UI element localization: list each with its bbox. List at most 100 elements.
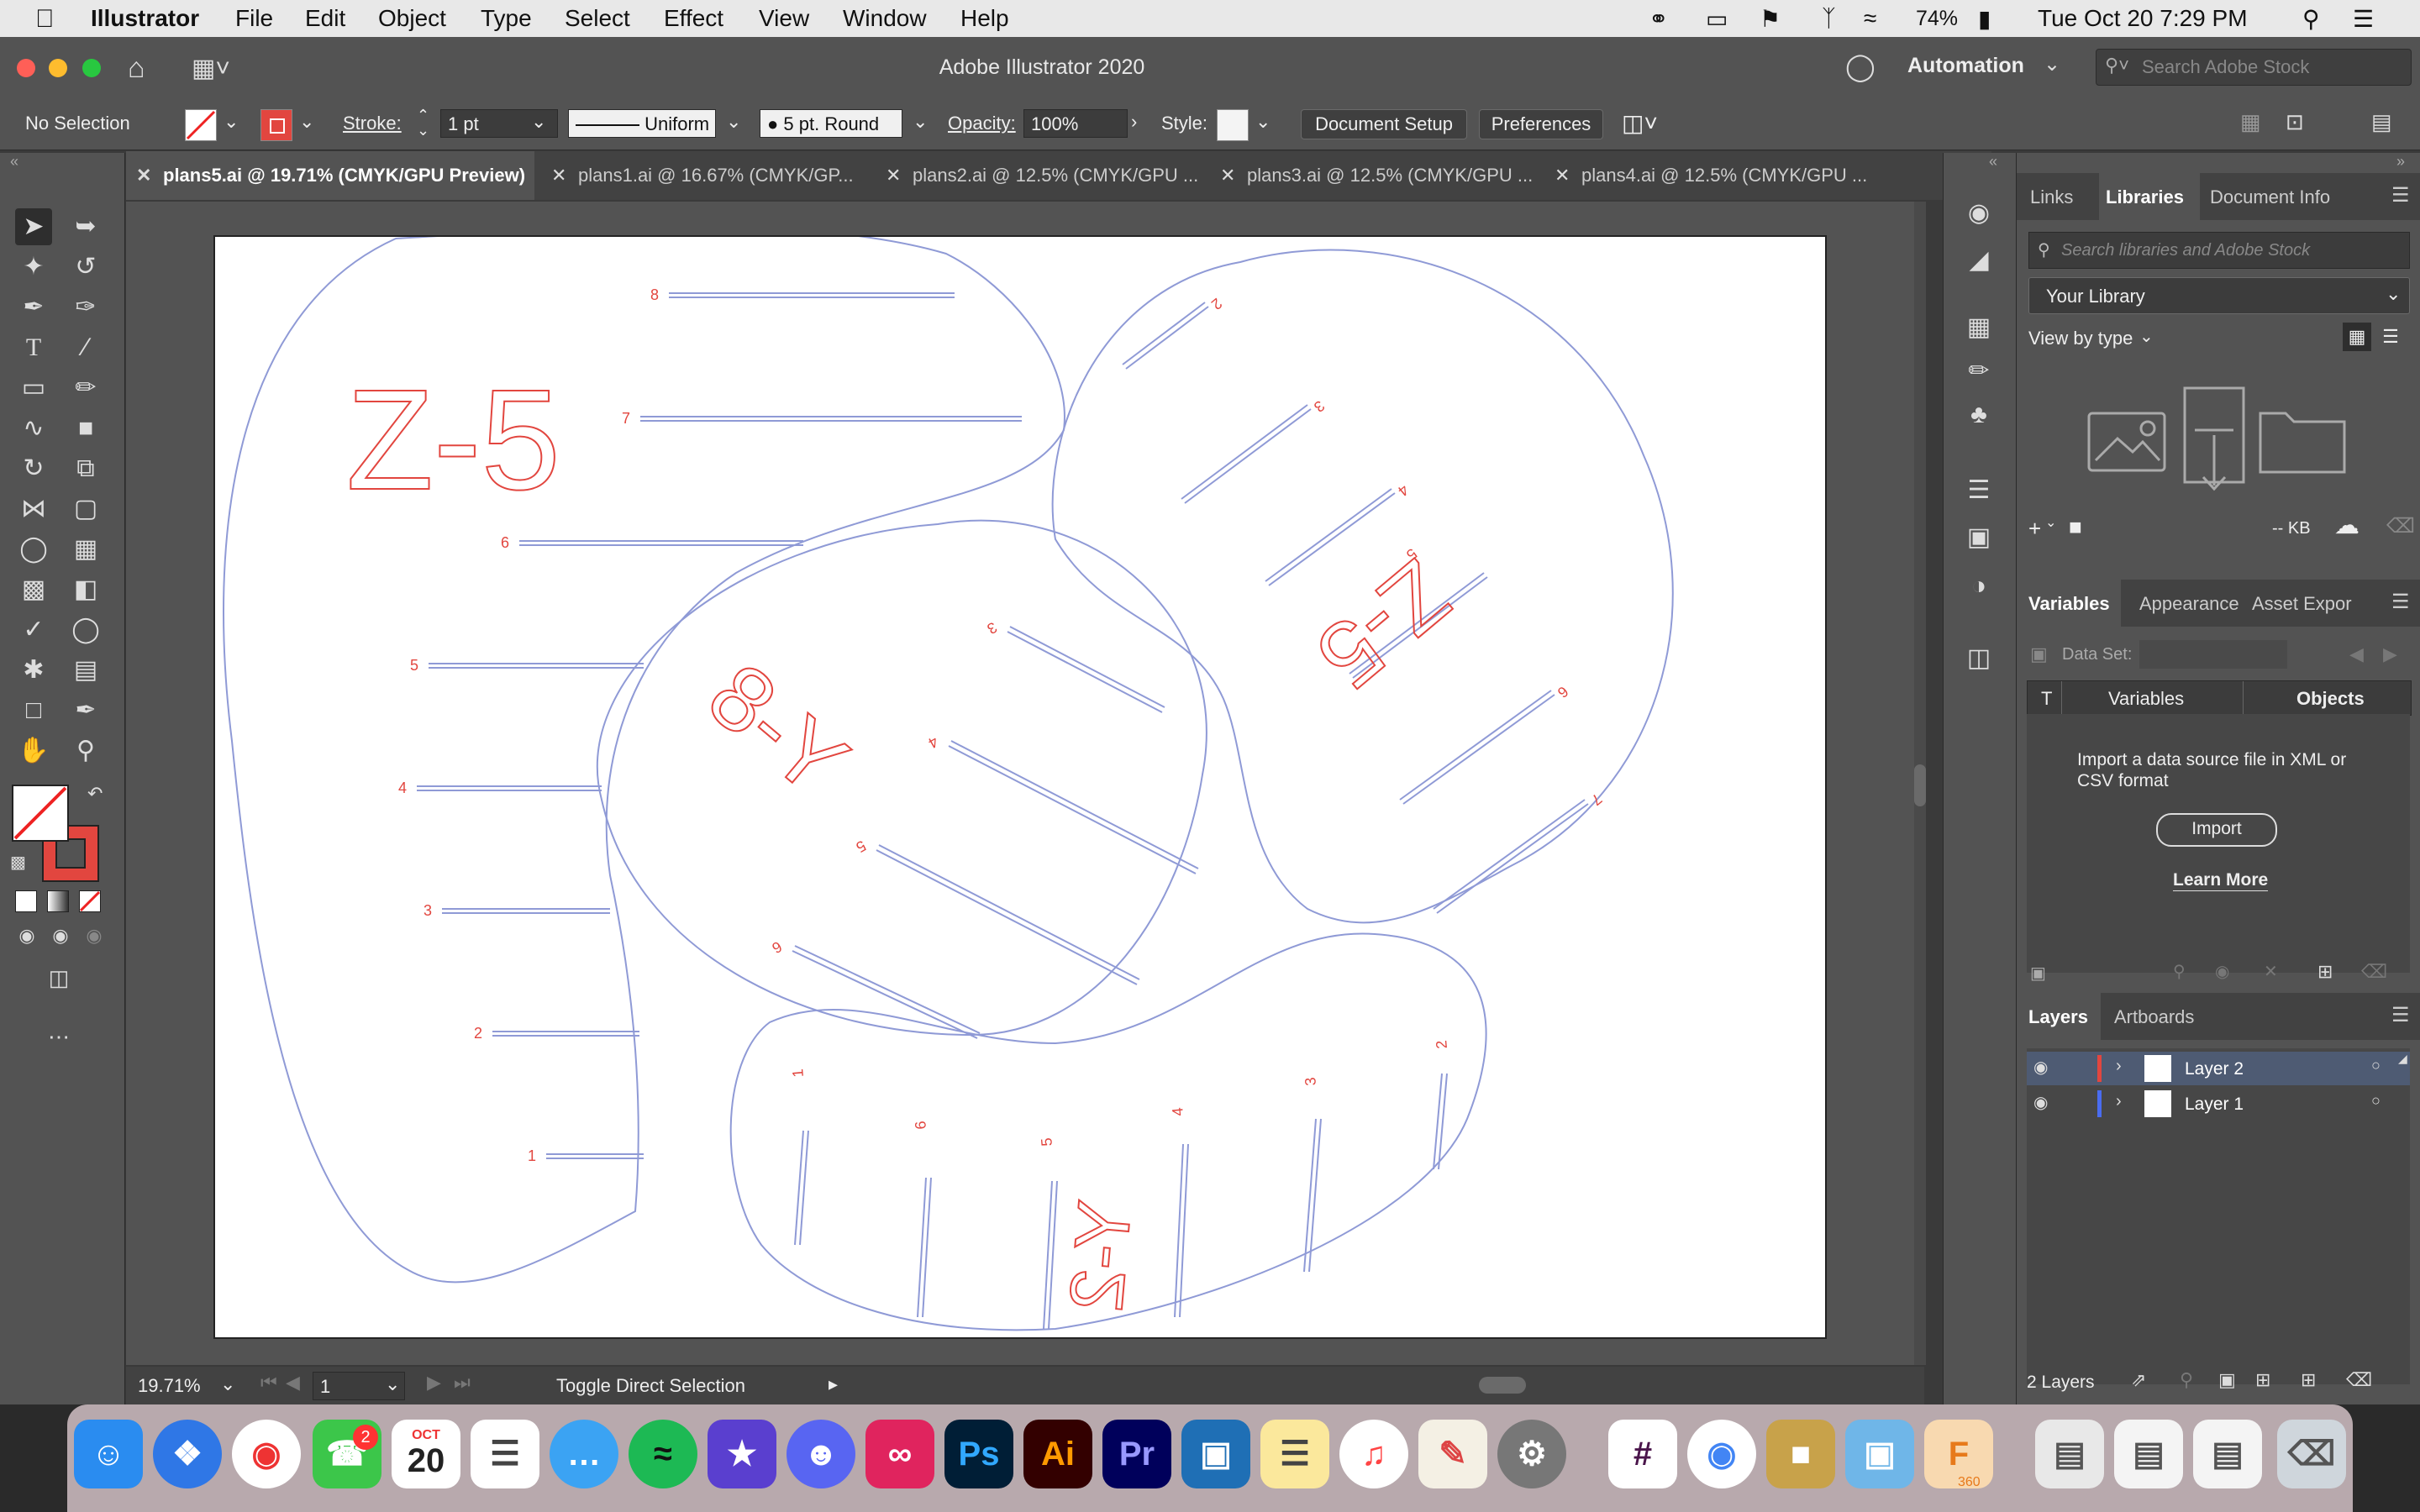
imovie-icon[interactable]: ★ [708,1420,776,1488]
bluetooth-icon[interactable]: ᛉ [1822,5,1836,32]
line-tool-icon[interactable]: ∕ [67,329,104,366]
preview-icon[interactable]: ▣ [1845,1420,1914,1488]
swatches-panel-icon[interactable]: ▦ [1960,309,1997,346]
tab-plans2[interactable]: ✕ plans2.ai @ 12.5% (CMYK/GPU ... [876,151,1210,200]
zoom-tool-icon[interactable]: ⚲ [67,732,104,769]
grid-view-icon[interactable]: ▦ [2343,323,2371,351]
spotify-icon[interactable]: ≈ [629,1420,697,1488]
gradient-tool-icon[interactable]: ◧ [67,571,104,608]
safari-icon[interactable]: ❖ [153,1420,222,1488]
delete-variable-icon[interactable]: ⌫ [2361,961,2387,983]
reminders-icon[interactable]: ☰ [471,1420,539,1488]
close-tab-icon[interactable]: ✕ [1220,151,1237,200]
apple-icon[interactable]:  [35,5,55,34]
target-icon[interactable]: ○ [2371,1092,2381,1110]
style-dropdown-icon[interactable]: ⌄ [1255,111,1270,133]
import-button[interactable]: Import [2156,813,2277,847]
shape-builder-tool-icon[interactable]: ◯ [15,531,52,568]
collapse-toolbar-icon[interactable]: « [10,153,18,171]
stroke-panel-icon[interactable]: ☰ [1960,472,1997,509]
pages-icon[interactable]: ✎ [1418,1420,1487,1488]
tab-plans3[interactable]: ✕ plans3.ai @ 12.5% (CMYK/GPU ... [1210,151,1544,200]
previous-dataset-icon[interactable]: ◀ [2349,643,2364,665]
collapse-strip-icon[interactable]: « [1989,153,1997,171]
notification-center-icon[interactable]: ☰ [2353,5,2374,33]
shaper-tool-icon[interactable]: ∿ [15,410,52,447]
spotlight-icon[interactable]: ⚲ [2302,5,2320,33]
illustrator-icon[interactable]: Ai [1023,1420,1092,1488]
status-menu-icon[interactable]: ▸ [829,1373,838,1395]
type-tool-icon[interactable]: T [15,329,52,366]
calendar-icon[interactable]: OCT 20 [392,1420,460,1488]
close-tab-icon[interactable]: ✕ [551,151,568,200]
stroke-label[interactable]: Stroke: [343,113,402,134]
menu-file[interactable]: File [235,5,273,32]
export-layer-icon[interactable]: ⇗ [2131,1369,2146,1391]
graphic-style-swatch[interactable] [1217,109,1249,141]
dataset-select[interactable] [2139,640,2287,669]
trash-icon[interactable]: ⌫ [2386,514,2415,538]
view-by-chevron-icon[interactable]: ⌄ [2139,326,2154,347]
blend-tool-icon[interactable]: ◯ [67,612,104,648]
gradient-panel-icon[interactable]: ▣ [1960,519,1997,556]
locate-object-icon[interactable]: ⚲ [2180,1369,2193,1391]
wifi-icon[interactable]: ≈ [1864,5,1876,32]
draw-behind-icon[interactable]: ◉ [42,917,79,954]
trash-icon[interactable]: ⌫ [2277,1420,2346,1488]
close-tab-icon[interactable]: ✕ [1555,151,1571,200]
stroke-weight-dropdown-icon[interactable]: ⌄ [531,111,546,133]
export-panel-icon[interactable]: ◫ [1960,640,1997,677]
premiere-icon[interactable]: Pr [1102,1420,1171,1488]
pen-tool-icon[interactable]: ✒ [15,289,52,326]
eyedropper-tool-icon[interactable]: ✓ [15,612,52,648]
creative-cloud-app-icon[interactable]: ∞ [865,1420,934,1488]
library-search-input[interactable]: ⚲ Search libraries and Adobe Stock [2028,232,2410,269]
view-by-dropdown[interactable]: View by type [2028,328,2133,349]
rotate-tool-icon[interactable]: ↻ [15,450,52,487]
close-tab-icon[interactable]: ✕ [136,151,153,200]
workspace-switcher[interactable]: Automation [1907,54,2024,78]
color-panel-icon[interactable]: ◉ [1960,195,1997,232]
stroke-stepper-icon[interactable]: ⌃ ⌄ [417,108,429,138]
tab-links[interactable]: Links [2030,186,2073,208]
vertical-scrollbar[interactable] [1914,202,1926,1365]
edit-toolbar-icon[interactable]: ⋯ [40,1018,77,1055]
artboard-tool-icon[interactable]: □ [15,692,52,729]
menu-edit[interactable]: Edit [305,5,345,32]
variable-width-profile[interactable]: Uniform [568,109,716,138]
opacity-arrow-icon[interactable]: › [1131,111,1137,133]
symbols-panel-icon[interactable]: ♣ [1960,396,1997,433]
panel-menu-icon[interactable]: ▤ [2371,109,2392,135]
tab-artboards[interactable]: Artboards [2114,1006,2194,1028]
folder-icon[interactable]: ■ [2069,514,2082,540]
lock-icon[interactable]: ▣ [2030,963,2046,984]
gradient-mode-button[interactable] [47,890,69,912]
vertical-scroll-thumb[interactable] [1914,764,1926,806]
chevron-right-icon[interactable]: › [2116,1057,2122,1076]
stroke-swatch[interactable] [260,109,292,141]
new-variable-icon[interactable]: ⊞ [2317,961,2333,983]
chrome-icon[interactable]: ◉ [232,1420,301,1488]
panel-menu-icon[interactable]: ☰ [2391,183,2410,207]
lightbulb-icon[interactable]: ◯ [1845,50,1876,82]
target-icon[interactable]: ○ [2371,1057,2381,1074]
layer-row[interactable]: ◉ › Layer 1 ○ [2027,1087,2410,1121]
tab-appearance[interactable]: Appearance [2139,593,2239,615]
default-fill-stroke-icon[interactable]: ▩ [10,852,26,873]
tab-libraries[interactable]: Libraries [2106,186,2184,208]
previous-artboard-icon[interactable]: ◀ [286,1372,300,1394]
profile-dropdown-icon[interactable]: ⌄ [726,111,741,133]
fill-color-box[interactable] [12,785,69,842]
rectangle-tool-icon[interactable]: ▭ [15,370,52,407]
swap-fill-stroke-icon[interactable]: ↶ [87,783,103,805]
menu-type[interactable]: Type [481,5,532,32]
document-stack-icon[interactable]: ▤ [2114,1420,2183,1488]
unbind-variable-icon[interactable]: ✕ [2264,961,2278,982]
slice-tool-icon[interactable]: ✒ [67,692,104,729]
layer-row[interactable]: ◉ › Layer 2 ○ ◢ [2027,1052,2410,1085]
document-stack-icon[interactable]: ▤ [2193,1420,2262,1488]
perspective-grid-tool-icon[interactable]: ▦ [67,531,104,568]
chevron-down-icon[interactable]: ⌄ [2044,52,2060,76]
align-icon[interactable]: ▦ [2240,109,2261,135]
make-dynamic-icon[interactable]: ⚲ [2173,961,2186,982]
